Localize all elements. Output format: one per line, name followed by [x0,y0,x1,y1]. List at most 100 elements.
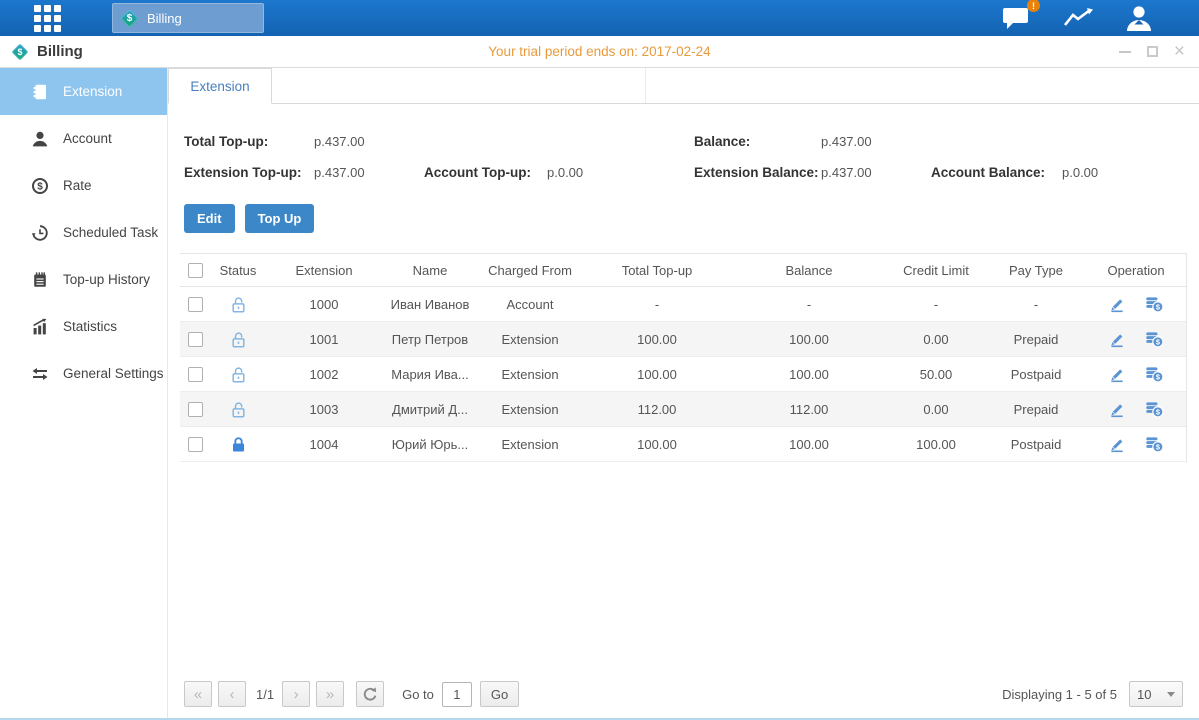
first-page-button[interactable]: « [184,681,212,707]
billing-summary: Total Top-up: p.437.00 Extension Top-up:… [168,104,1199,188]
sidebar-item-account[interactable]: Account [0,115,167,162]
edit-pencil-icon[interactable] [1108,435,1126,453]
cell-total-topup: 100.00 [582,357,732,392]
top-up-coins-icon[interactable]: $ [1145,435,1164,453]
unlocked-icon[interactable] [230,296,247,313]
user-account-icon[interactable] [1123,4,1155,32]
sidebar-item-label: Top-up History [63,272,150,287]
maximize-button[interactable] [1147,44,1158,60]
bar-chart-icon [30,318,50,336]
top-up-coins-icon[interactable]: $ [1145,330,1164,348]
account-topup-label: Account Top-up: [424,165,547,180]
taskbar-billing-tab[interactable]: $ Billing [112,3,264,33]
top-up-coins-icon[interactable]: $ [1145,295,1164,313]
select-all-checkbox[interactable] [188,263,203,278]
notifications-chat-icon[interactable]: ! [999,3,1035,33]
top-up-coins-icon[interactable]: $ [1145,400,1164,418]
taskbar-right-icons: ! [999,0,1155,36]
svg-text:$: $ [1156,372,1160,381]
go-button[interactable]: Go [480,681,519,707]
sidebar-item-extension[interactable]: Extension [0,68,167,115]
cell-balance: 112.00 [732,392,886,427]
cell-total-topup: 100.00 [582,427,732,462]
cell-charged-from: Account [478,287,582,322]
extension-balance-label: Extension Balance: [694,165,821,180]
cell-balance: 100.00 [732,357,886,392]
close-button[interactable]: × [1174,44,1185,60]
total-topup-value: p.437.00 [314,134,424,149]
unlocked-icon[interactable] [230,401,247,418]
last-page-button[interactable]: » [316,681,344,707]
cell-pay-type: Prepaid [986,392,1086,427]
dollar-circle-icon: $ [30,177,50,195]
row-checkbox[interactable] [188,402,203,417]
cell-extension: 1004 [266,427,382,462]
locked-icon[interactable] [230,436,247,453]
cell-pay-type: - [986,287,1086,322]
pagination-bar: « ‹ 1/1 › » Go to Go Displaying 1 - 5 of… [168,676,1199,712]
row-checkbox[interactable] [188,437,203,452]
notepad-icon [30,271,50,289]
edit-pencil-icon[interactable] [1108,400,1126,418]
edit-pencil-icon[interactable] [1108,330,1126,348]
prev-page-button[interactable]: ‹ [218,681,246,707]
account-balance-value: p.0.00 [1062,165,1183,180]
tab-bar: Extension [168,68,1199,104]
cell-balance: - [732,287,886,322]
col-total-topup: Total Top-up [582,254,732,287]
edit-pencil-icon[interactable] [1108,365,1126,383]
cell-charged-from: Extension [478,357,582,392]
sidebar-item-scheduled-task[interactable]: Scheduled Task [0,209,167,256]
sidebar-item-statistics[interactable]: Statistics [0,303,167,350]
cell-status [210,357,266,392]
row-checkbox[interactable] [188,297,203,312]
app-launcher-grid-icon[interactable] [34,5,72,31]
page-size-dropdown[interactable]: 10 [1129,681,1183,707]
sidebar-item-rate[interactable]: $ Rate [0,162,167,209]
goto-page-input[interactable] [442,682,472,707]
top-up-button[interactable]: Top Up [245,204,315,233]
account-balance-label: Account Balance: [931,165,1062,180]
table-row: 1000Иван ИвановAccount---- $ [180,287,1186,322]
resource-monitor-chart-icon[interactable] [1061,5,1097,31]
cell-name: Мария Ива... [382,357,478,392]
window-title: Billing [37,43,83,60]
refresh-button[interactable] [356,681,384,707]
trial-notice: Your trial period ends on: 2017-02-24 [0,44,1199,59]
billing-window-icon: $ [12,44,29,60]
edit-pencil-icon[interactable] [1108,295,1126,313]
balance-value: p.437.00 [821,134,931,149]
sidebar-item-label: Scheduled Task [63,225,158,240]
svg-text:$: $ [1156,302,1160,311]
unlocked-icon[interactable] [230,366,247,383]
main-panel: Extension Total Top-up: p.437.00 Extensi… [168,68,1199,718]
sidebar-item-label: Account [63,131,112,146]
extension-balance-value: p.437.00 [821,165,931,180]
cell-pay-type: Postpaid [986,357,1086,392]
extension-grid: Status Extension Name Charged From Total… [180,253,1187,462]
row-checkbox[interactable] [188,367,203,382]
col-charged-from: Charged From [478,254,582,287]
cell-total-topup: 112.00 [582,392,732,427]
transfer-arrows-icon [30,365,50,383]
balance-label: Balance: [694,134,821,149]
window-titlebar: $ Billing Your trial period ends on: 201… [0,36,1199,68]
cell-operation: $ [1086,427,1186,462]
goto-label: Go to [402,687,434,702]
edit-button[interactable]: Edit [184,204,235,233]
cell-pay-type: Postpaid [986,427,1086,462]
unlocked-icon[interactable] [230,331,247,348]
tab-label: Extension [190,79,249,94]
tab-extension[interactable]: Extension [168,68,272,104]
sidebar-item-general-settings[interactable]: General Settings [0,350,167,397]
next-page-button[interactable]: › [282,681,310,707]
extension-table-body: 1000Иван ИвановAccount---- $ [180,287,1186,462]
extension-topup-value: p.437.00 [314,165,424,180]
page-size-value: 10 [1137,687,1151,702]
minimize-button[interactable] [1119,44,1131,60]
cell-status [210,322,266,357]
row-checkbox[interactable] [188,332,203,347]
cell-total-topup: 100.00 [582,322,732,357]
top-up-coins-icon[interactable]: $ [1145,365,1164,383]
sidebar-item-topup-history[interactable]: Top-up History [0,256,167,303]
